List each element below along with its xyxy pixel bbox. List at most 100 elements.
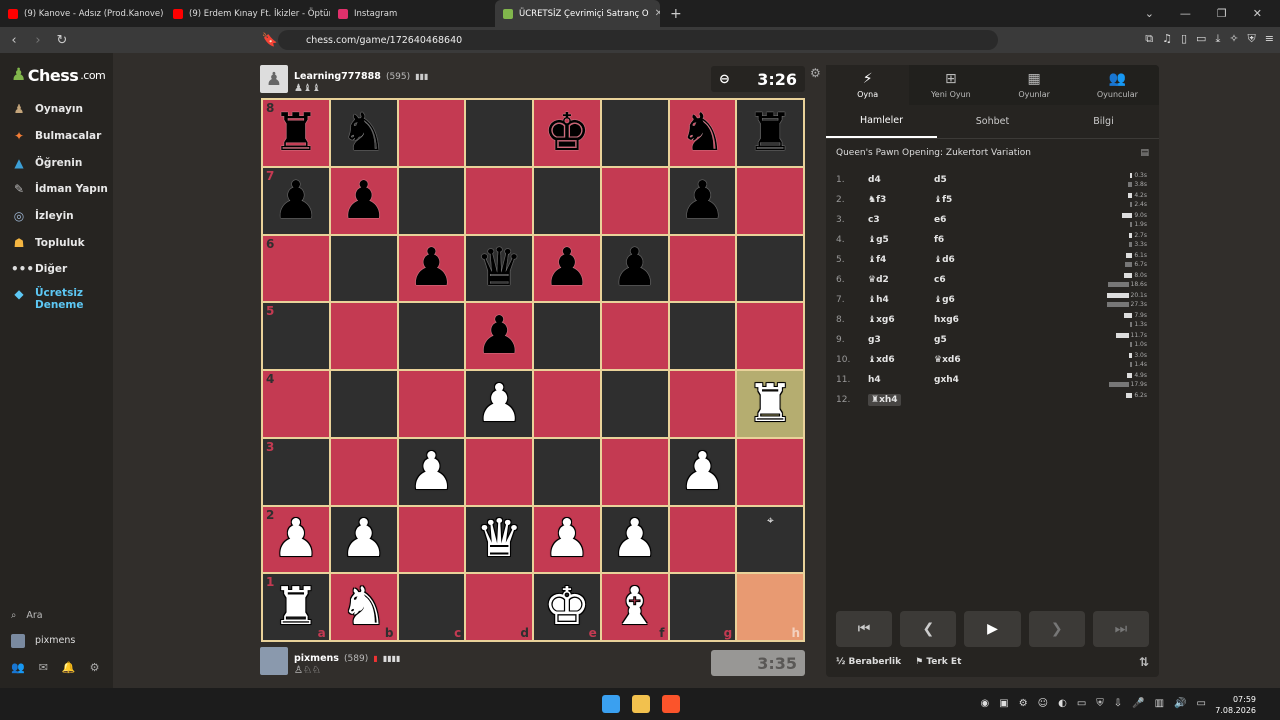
square-d7[interactable] [465, 166, 533, 235]
bottom-player-name[interactable]: pixmens [294, 653, 339, 664]
board-settings-icon[interactable]: ⚙ [810, 66, 821, 80]
white-pawn-icon[interactable]: ♟ [340, 513, 387, 565]
flip-board-icon[interactable]: ⇅ [1139, 655, 1149, 669]
vpn-icon[interactable]: ⛨ [1248, 32, 1256, 46]
opening-name[interactable]: Queen's Pawn Opening: Zukertort Variatio… [836, 148, 1031, 158]
sidebar-item-1[interactable]: ✦ Bulmacalar [0, 123, 113, 150]
square-c6[interactable]: ♟ [397, 234, 466, 303]
sidebar-item-3[interactable]: ✎ İdman Yapın [0, 176, 113, 203]
square-a5[interactable]: 5 [262, 302, 330, 370]
square-e6[interactable]: ♟ [533, 234, 601, 303]
square-b6[interactable] [329, 234, 398, 303]
white-pawn-icon[interactable]: ♟ [476, 378, 523, 430]
black-pawn-icon[interactable]: ♟ [679, 175, 726, 227]
square-b7[interactable]: ♟ [329, 166, 398, 235]
square-b8[interactable]: ♞ [329, 99, 398, 167]
square-c1[interactable]: c [397, 573, 466, 641]
nvidia-icon[interactable]: ▣ [999, 698, 1008, 709]
book-icon[interactable]: ▤ [1140, 148, 1149, 158]
square-b4[interactable] [329, 370, 398, 438]
sidebar-search[interactable]: ⌕ Ara [0, 603, 113, 628]
square-f8[interactable] [600, 99, 669, 167]
close-icon[interactable]: ✕ [1253, 7, 1262, 20]
chevron-down-icon[interactable]: ⌄ [1145, 7, 1154, 20]
square-f7[interactable] [600, 166, 669, 235]
square-h6[interactable] [736, 234, 804, 303]
panel-tab-0[interactable]: ⚡ Oyna [826, 65, 910, 105]
white-move[interactable]: ♞f3 [868, 195, 934, 205]
white-move[interactable]: ♝xg6 [868, 315, 934, 325]
square-h3[interactable] [736, 437, 804, 506]
steam-icon[interactable]: ◉ [981, 698, 990, 709]
square-c8[interactable] [397, 99, 466, 167]
square-g1[interactable]: g [668, 573, 737, 641]
settings-icon[interactable]: ⚙ [90, 661, 100, 674]
square-a8[interactable]: 8 ♜ [262, 99, 330, 167]
square-a7[interactable]: 7 ♟ [262, 166, 330, 235]
network-icon[interactable]: ▥ [1155, 698, 1164, 709]
black-pawn-icon[interactable]: ♟ [611, 242, 658, 294]
subtab-0[interactable]: Hamleler [826, 105, 937, 138]
black-pawn-icon[interactable]: ♟ [476, 310, 523, 362]
square-h7[interactable] [736, 166, 804, 235]
square-h4[interactable]: ♜ [736, 370, 804, 438]
black-move[interactable]: gxh4 [934, 375, 1000, 385]
file-explorer-icon[interactable] [632, 695, 650, 713]
black-move[interactable]: ♝f5 [934, 195, 1000, 205]
square-c5[interactable] [397, 302, 466, 370]
white-rook-icon[interactable]: ♜ [273, 581, 320, 633]
square-h8[interactable]: ♜ [736, 99, 804, 167]
black-move[interactable]: ♝g6 [934, 295, 1000, 305]
white-pawn-icon[interactable]: ♟ [611, 513, 658, 565]
black-pawn-icon[interactable]: ♟ [273, 175, 320, 227]
square-a2[interactable]: 2 ♟ [262, 505, 330, 574]
sidebar-item-6[interactable]: ••• Diğer [0, 256, 113, 283]
black-move[interactable]: d5 [934, 175, 1000, 185]
square-b3[interactable] [329, 437, 398, 506]
white-pawn-icon[interactable]: ♟ [408, 446, 455, 498]
back-icon[interactable]: ‹ [4, 33, 24, 48]
square-a6[interactable]: 6 [262, 234, 330, 303]
browser-tab[interactable]: Instagram [330, 0, 495, 27]
white-move[interactable]: g3 [868, 335, 934, 345]
black-rook-icon[interactable]: ♜ [747, 107, 794, 159]
black-move[interactable]: f6 [934, 235, 1000, 245]
square-d4[interactable]: ♟ [465, 370, 533, 438]
square-e1[interactable]: e ♚ [533, 573, 601, 641]
browser-tab[interactable]: (9) Erdem Kınay Ft. İkizler - Öptün [165, 0, 330, 27]
white-move[interactable]: ♝g5 [868, 235, 934, 245]
square-b1[interactable]: b ♞ [329, 573, 398, 641]
chess-board[interactable]: 8 ♜ ♞ ♚ ♞ ♜ 7 ♟ ♟ ♟ 6 ♟ ♛ ♟ ♟ 5 ♟ 4 ♟ ♜ 3 ♟ ♟ 2 ♟ ♟ ♛ ♟ ♟ 1 a ♜ b ♞ c d e ♚ f ♝… [261, 98, 805, 642]
white-bishop-icon[interactable]: ♝ [611, 581, 658, 633]
square-g3[interactable]: ♟ [668, 437, 737, 506]
bookmark-icon[interactable]: 🔖 [260, 33, 280, 48]
forward-icon[interactable]: › [28, 33, 48, 48]
leo-icon[interactable]: ✧ [1229, 32, 1238, 46]
black-knight-icon[interactable]: ♞ [340, 107, 387, 159]
bell-icon[interactable]: 🔔 [62, 661, 76, 674]
resign-button[interactable]: ⚑ Terk Et [915, 657, 961, 667]
square-f4[interactable] [600, 370, 669, 438]
square-f1[interactable]: f ♝ [600, 573, 669, 641]
sidebar-user[interactable]: pixmens [0, 628, 113, 653]
draw-button[interactable]: ½ Beraberlik [836, 657, 901, 667]
square-g2[interactable] [668, 505, 737, 574]
square-g7[interactable]: ♟ [668, 166, 737, 235]
sidebar-item-free-trial[interactable]: ◆ Ücretsiz Deneme [0, 283, 113, 317]
square-e5[interactable] [533, 302, 601, 370]
music-icon[interactable]: ♫ [1162, 32, 1172, 46]
battery-icon[interactable]: ▭ [1197, 698, 1206, 709]
folder-tray-icon[interactable]: ▭ [1077, 698, 1086, 709]
wallet-icon[interactable]: ▭ [1196, 32, 1206, 46]
square-d8[interactable] [465, 99, 533, 167]
square-g4[interactable] [668, 370, 737, 438]
mail-icon[interactable]: ✉ [39, 661, 48, 674]
mic-icon[interactable]: 🎤 [1132, 698, 1144, 709]
square-f2[interactable]: ♟ [600, 505, 669, 574]
menu-icon[interactable]: ≡ [1265, 32, 1274, 46]
sidebar-item-2[interactable]: ▲ Öğrenin [0, 149, 113, 176]
black-pawn-icon[interactable]: ♟ [408, 242, 455, 294]
top-player-name[interactable]: Learning777888 [294, 71, 381, 82]
square-h5[interactable] [736, 302, 804, 370]
last-move-button[interactable]: ⏭ [1092, 611, 1150, 647]
